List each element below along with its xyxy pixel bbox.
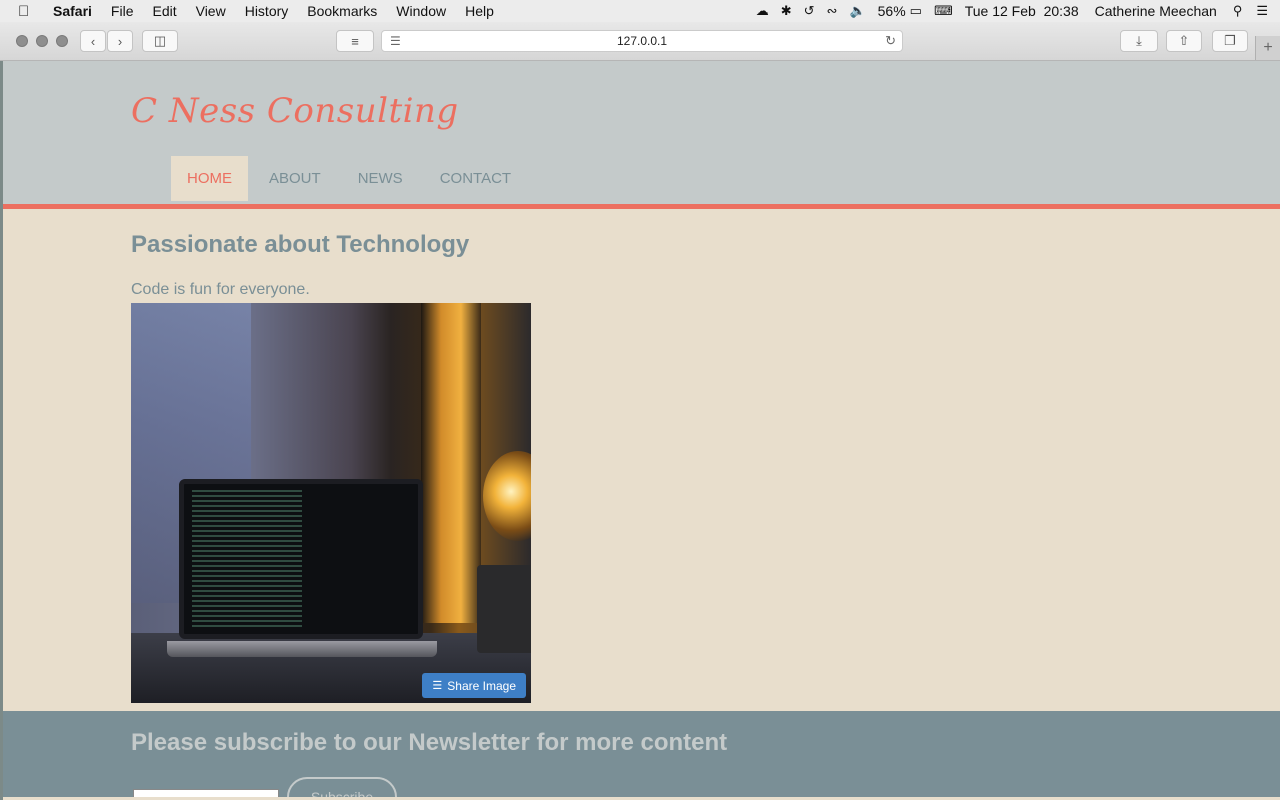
clock[interactable]: Tue 12 Feb 20:38 [965,3,1079,19]
tabs-overview-button[interactable]: ❐ [1212,30,1248,52]
download-icon: ⤓ [1136,33,1142,48]
laptop-photo: ☰ Share Image [131,303,531,703]
time-machine-icon[interactable]: ↺ [804,3,815,19]
share-image-label: Share Image [447,678,516,693]
notification-center-icon[interactable]: ☰ [1256,3,1268,19]
new-tab-button[interactable]: + [1255,36,1280,60]
extension-button[interactable]: ≡ [336,30,374,52]
page-headline: Passionate about Technology [131,231,470,258]
photo-laptop-base [167,641,437,657]
browser-toolbar: ‹ › ◫ ≡ ☰ 127.0.0.1 ↻ ⤓ ⇧ ❐ + [0,22,1280,61]
share-image-button[interactable]: ☰ Share Image [422,673,526,698]
photo-window-frame [421,303,481,623]
close-window-icon[interactable] [16,35,28,47]
macos-menu-bar:  Safari File Edit View History Bookmark… [0,0,1280,22]
battery-icon[interactable]: ▭ [910,3,922,19]
menu-window[interactable]: Window [396,3,446,19]
volume-icon[interactable]: 🔈 [849,3,865,19]
reload-icon[interactable]: ↻ [885,33,896,49]
chevron-right-icon: › [117,33,123,49]
bluetooth-icon[interactable]: ✱ [781,3,792,19]
layers-icon: ≡ [351,33,359,49]
share-icon: ⇧ [1178,33,1190,48]
reader-mode-icon[interactable]: ☰ [390,34,401,48]
menu-history[interactable]: History [245,3,289,19]
share-button[interactable]: ⇧ [1166,30,1202,52]
nav-news[interactable]: NEWS [342,156,419,201]
menu-app[interactable]: Safari [53,3,92,19]
apple-icon[interactable]:  [18,3,40,20]
menu-file[interactable]: File [111,3,134,19]
url-text: 127.0.0.1 [616,34,668,48]
main-nav: HOME ABOUT NEWS CONTACT [171,156,532,201]
site-header: C Ness Consulting HOME ABOUT NEWS CONTAC… [3,61,1280,209]
tabs-icon: ❐ [1224,33,1236,48]
menu-edit[interactable]: Edit [152,3,176,19]
nav-contact[interactable]: CONTACT [424,156,527,201]
web-page: C Ness Consulting HOME ABOUT NEWS CONTAC… [3,61,1280,797]
wifi-icon[interactable]: ∾ [827,3,838,19]
header-accent-bar [3,204,1280,209]
nav-about[interactable]: ABOUT [253,156,337,201]
subscribe-button[interactable]: Subscribe [287,777,397,797]
site-logo[interactable]: C Ness Consulting [131,91,459,131]
newsletter-section: Please subscribe to our Newsletter for m… [3,711,1280,797]
sidebar-toggle-button[interactable]: ◫ [142,30,178,52]
photo-code [192,490,302,630]
photo-light-bulb [483,451,531,541]
minimize-window-icon[interactable] [36,35,48,47]
menu-status-area: ☁ ✱ ↺ ∾ 🔈 56% ▭ ⌨ Tue 12 Feb 20:38 Cathe… [744,0,1280,22]
page-tagline: Code is fun for everyone. [131,281,310,298]
photo-laptop-screen [179,479,423,639]
layers-icon: ☰ [432,680,443,692]
battery-percent[interactable]: 56% [878,3,906,19]
email-input[interactable] [133,789,279,797]
forward-button[interactable]: › [107,30,133,52]
downloads-button[interactable]: ⤓ [1120,30,1158,52]
plus-icon: + [1263,39,1273,56]
newsletter-title: Please subscribe to our Newsletter for m… [131,729,728,756]
keyboard-icon[interactable]: ⌨ [934,3,953,19]
spotlight-search-icon[interactable]: ⚲ [1233,3,1243,19]
sidebar-icon: ◫ [153,33,167,48]
nav-home[interactable]: HOME [171,156,248,201]
zoom-window-icon[interactable] [56,35,68,47]
menu-help[interactable]: Help [465,3,494,19]
back-button[interactable]: ‹ [80,30,106,52]
menu-bookmarks[interactable]: Bookmarks [307,3,377,19]
chevron-left-icon: ‹ [90,33,96,49]
menu-view[interactable]: View [196,3,226,19]
user-name[interactable]: Catherine Meechan [1095,3,1217,19]
photo-lamp-base [477,565,531,653]
address-bar[interactable]: ☰ 127.0.0.1 ↻ [381,30,903,52]
cloud-upload-icon[interactable]: ☁ [756,3,769,19]
